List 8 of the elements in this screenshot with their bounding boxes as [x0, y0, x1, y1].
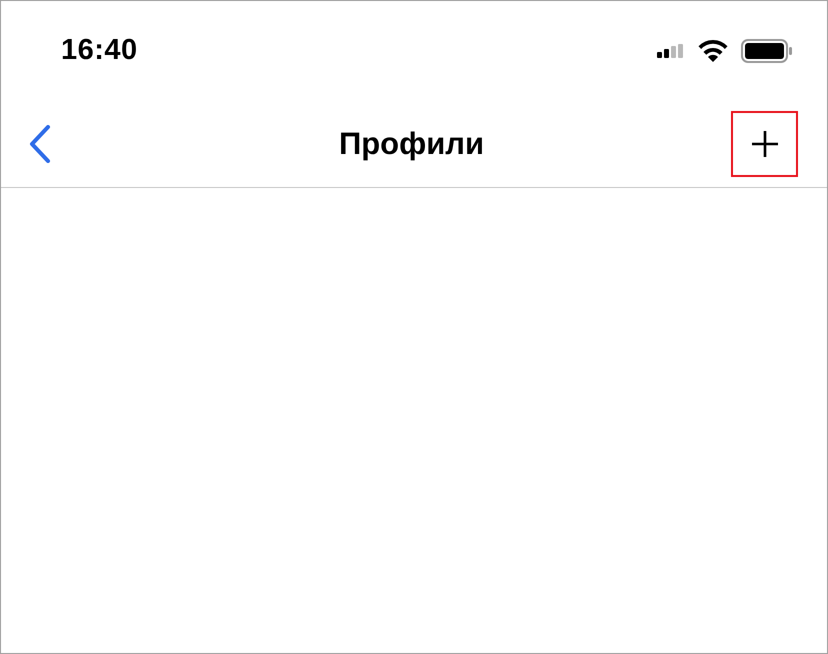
battery-icon: [741, 38, 793, 62]
plus-icon: [750, 130, 778, 158]
status-time: 16:40: [61, 34, 138, 67]
nav-title: Профили: [338, 126, 484, 162]
back-chevron-icon: [29, 124, 51, 162]
add-button[interactable]: [731, 110, 798, 176]
wifi-icon: [697, 40, 729, 62]
signal-icon: [657, 44, 685, 58]
